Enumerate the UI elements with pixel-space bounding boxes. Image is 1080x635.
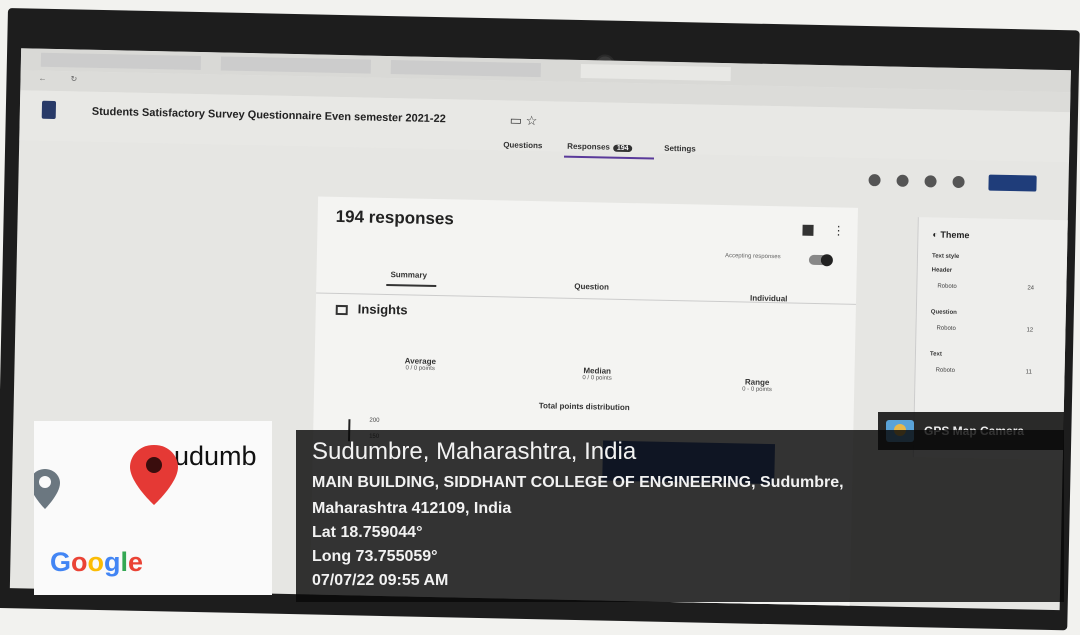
map-pin-icon	[130, 445, 178, 505]
back-icon[interactable]: ←	[38, 74, 46, 83]
size-select[interactable]: 12	[1026, 327, 1033, 333]
y-tick-label: 200	[369, 417, 380, 424]
stat-value: 0 - 0 points	[742, 386, 772, 394]
gps-place: Sudumbre, Maharashtra, India	[312, 438, 637, 465]
tab-settings[interactable]: Settings	[664, 144, 696, 154]
gps-info-overlay: Sudumbre, Maharashtra, India MAIN BUILDI…	[296, 430, 1064, 602]
undo-icon[interactable]	[924, 175, 937, 188]
gps-datetime: 07/07/22 09:55 AM	[312, 572, 449, 589]
size-select[interactable]: 24	[1027, 285, 1034, 291]
accepting-responses-toggle[interactable]	[808, 254, 832, 266]
stat-average: Average 0 / 0 points	[404, 356, 436, 372]
responses-count: 194 responses	[335, 206, 455, 229]
size-select[interactable]: 11	[1026, 369, 1032, 375]
folder-icon[interactable]: ▭	[510, 113, 523, 128]
subtab-summary[interactable]: Summary	[390, 270, 427, 280]
pegman-pin-icon	[34, 469, 60, 509]
stat-value: 0 / 0 points	[405, 365, 435, 373]
form-title[interactable]: Students Satisfactory Survey Questionnai…	[92, 106, 446, 125]
send-button[interactable]	[988, 174, 1037, 192]
stat-range: Range 0 - 0 points	[742, 377, 772, 394]
active-tab-indicator	[563, 155, 655, 160]
theme-row-label: Text	[929, 351, 942, 358]
gps-latitude: Lat 18.759044°	[312, 524, 423, 541]
insights-title: Insights	[357, 301, 408, 318]
theme-row-label: Question	[930, 309, 957, 316]
gps-longitude: Long 73.755059°	[312, 548, 438, 565]
summary-tab-indicator	[386, 283, 437, 288]
stat-value: 0 / 0 points	[582, 375, 612, 382]
font-select[interactable]: Roboto	[937, 284, 956, 290]
gps-address-line1: MAIN BUILDING, SIDDHANT COLLEGE OF ENGIN…	[312, 474, 844, 491]
browser-tab[interactable]	[220, 56, 371, 74]
map-place-text: udumb	[174, 441, 257, 471]
tab-responses[interactable]: Responses 194	[567, 141, 633, 153]
theme-row-label: Header	[931, 267, 953, 274]
responses-count-badge: 194	[612, 144, 633, 153]
text-style-label: Text style	[931, 253, 960, 260]
accepting-responses-label: Accepting responses	[724, 253, 781, 261]
distribution-title: Total points distribution	[538, 401, 630, 413]
font-select[interactable]: Roboto	[936, 326, 955, 332]
google-logo: Google	[50, 547, 144, 577]
forms-logo-icon[interactable]	[41, 100, 57, 120]
tab-responses-label: Responses	[567, 141, 610, 152]
gps-address-line2: Maharashtra 412109, India	[312, 500, 512, 517]
browser-tab[interactable]	[40, 52, 202, 71]
palette-icon[interactable]	[868, 174, 881, 187]
more-options-icon[interactable]: ⋮	[832, 223, 844, 237]
preview-icon[interactable]	[896, 174, 909, 187]
theme-title: ◐ Theme	[932, 229, 970, 241]
tab-questions[interactable]: Questions	[503, 140, 542, 150]
reload-icon[interactable]: ↻	[70, 74, 77, 83]
font-select[interactable]: Roboto	[936, 368, 955, 374]
sheets-icon[interactable]	[802, 224, 814, 236]
redo-icon[interactable]	[952, 175, 965, 189]
browser-tab[interactable]	[390, 60, 541, 78]
star-icon[interactable]: ☆	[526, 113, 538, 128]
insights-icon	[335, 304, 348, 316]
map-thumbnail: udumb Google	[34, 421, 272, 595]
stat-median: Median 0 / 0 points	[582, 366, 612, 382]
subtab-question[interactable]: Question	[574, 282, 609, 292]
browser-tab-active[interactable]	[580, 64, 731, 82]
